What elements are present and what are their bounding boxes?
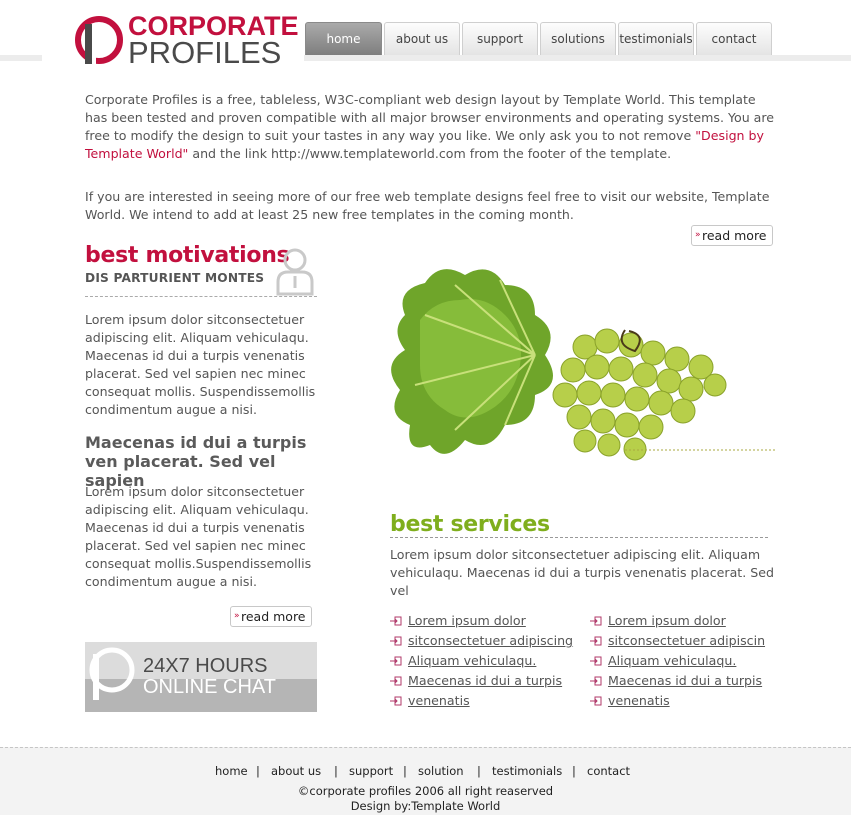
online-chat-banner[interactable]: 24X7 HOURS ONLINE CHAT <box>85 642 317 712</box>
nav-tab-home[interactable]: home <box>305 22 382 55</box>
arrow-box-icon <box>590 636 602 646</box>
intro-text: Corporate Profiles is a free, tableless,… <box>85 92 775 143</box>
motivations-subheading: Maecenas id dui a turpis ven placerat. S… <box>85 433 307 490</box>
arrow-box-icon <box>390 636 402 646</box>
motivations-divider <box>85 296 317 297</box>
footer-separator: | <box>334 764 338 778</box>
motivations-paragraph-2: Lorem ipsum dolor sitconsectetuer adipis… <box>85 484 312 589</box>
read-more-label: read more <box>702 228 767 243</box>
footer-separator: | <box>572 764 576 778</box>
copyright-text: ©corporate profiles 2006 all right rease… <box>297 784 554 798</box>
corporate-profiles-logo-icon <box>75 16 123 64</box>
service-link[interactable]: sitconsectetuer adipiscin <box>590 631 765 651</box>
design-by-text: Design by:Template World <box>350 799 501 813</box>
footer: home | about us | support | solution | t… <box>0 747 851 815</box>
intro-paragraph-2: If you are interested in seeing more of … <box>85 189 770 222</box>
footer-link-contact[interactable]: contact <box>587 764 630 778</box>
footer-link-testimonials[interactable]: testimonials <box>492 764 562 778</box>
service-link[interactable]: venenatis <box>590 691 765 711</box>
person-icon <box>276 248 314 296</box>
nav-tab-contact[interactable]: contact <box>696 22 772 55</box>
service-link[interactable]: sitconsectetuer adipiscing <box>390 631 573 651</box>
services-divider <box>390 537 768 538</box>
service-link[interactable]: Maecenas id dui a turpis <box>590 671 765 691</box>
arrow-box-icon <box>590 616 602 626</box>
footer-link-home[interactable]: home <box>215 764 248 778</box>
service-link[interactable]: Maecenas id dui a turpis <box>390 671 573 691</box>
footer-separator: | <box>256 764 260 778</box>
arrow-box-icon <box>590 656 602 666</box>
double-arrow-icon: » <box>695 230 701 240</box>
nav-tab-support[interactable]: support <box>462 22 538 55</box>
intro-read-more-button[interactable]: » read more <box>691 225 773 246</box>
read-more-label: read more <box>241 609 306 624</box>
services-list-right: Lorem ipsum dolor sitconsectetuer adipis… <box>590 611 765 711</box>
double-arrow-icon: » <box>234 611 240 621</box>
best-services-heading: best services <box>390 512 550 537</box>
intro-paragraph-1: Corporate Profiles is a free, tableless,… <box>85 91 775 163</box>
footer-link-about-us[interactable]: about us <box>271 764 321 778</box>
service-link[interactable]: Lorem ipsum dolor <box>590 611 765 631</box>
motivations-paragraph-1: Lorem ipsum dolor sitconsectetuer adipis… <box>85 312 316 417</box>
site-logo[interactable]: CORPORATE PROFILES <box>74 12 299 70</box>
footer-separator: | <box>477 764 481 778</box>
arrow-box-icon <box>390 696 402 706</box>
logo-line2: PROFILES <box>128 35 282 70</box>
service-link[interactable]: Lorem ipsum dolor <box>390 611 573 631</box>
intro-text-end: and the link http://www.templateworld.co… <box>188 146 672 161</box>
footer-copyright: ©corporate profiles 2006 all right rease… <box>0 784 851 814</box>
services-list-left: Lorem ipsum dolor sitconsectetuer adipis… <box>390 611 573 711</box>
best-motivations-heading: best motivations <box>85 243 290 268</box>
nav-tab-solutions[interactable]: solutions <box>540 22 616 55</box>
arrow-box-icon <box>390 656 402 666</box>
arrow-box-icon <box>590 676 602 686</box>
grapes-image <box>391 269 775 461</box>
chat-banner-line2: ONLINE CHAT <box>143 676 276 698</box>
footer-link-solution[interactable]: solution <box>418 764 464 778</box>
service-link[interactable]: Aliquam vehiculaqu. <box>590 651 765 671</box>
motivations-read-more-button[interactable]: » read more <box>230 606 312 627</box>
arrow-box-icon <box>390 616 402 626</box>
chat-banner-line1: 24X7 HOURS <box>143 655 268 677</box>
footer-separator: | <box>403 764 407 778</box>
nav-tab-testimonials[interactable]: testimonials <box>618 22 694 55</box>
service-link[interactable]: venenatis <box>390 691 573 711</box>
footer-link-support[interactable]: support <box>349 764 393 778</box>
service-link[interactable]: Aliquam vehiculaqu. <box>390 651 573 671</box>
nav-tab-about-us[interactable]: about us <box>384 22 460 55</box>
arrow-box-icon <box>590 696 602 706</box>
motivations-subtitle: DIS PARTURIENT MONTES <box>85 271 265 285</box>
services-paragraph: Lorem ipsum dolor sitconsectetuer adipis… <box>390 547 774 598</box>
chat-logo-icon <box>89 647 135 700</box>
arrow-box-icon <box>390 676 402 686</box>
